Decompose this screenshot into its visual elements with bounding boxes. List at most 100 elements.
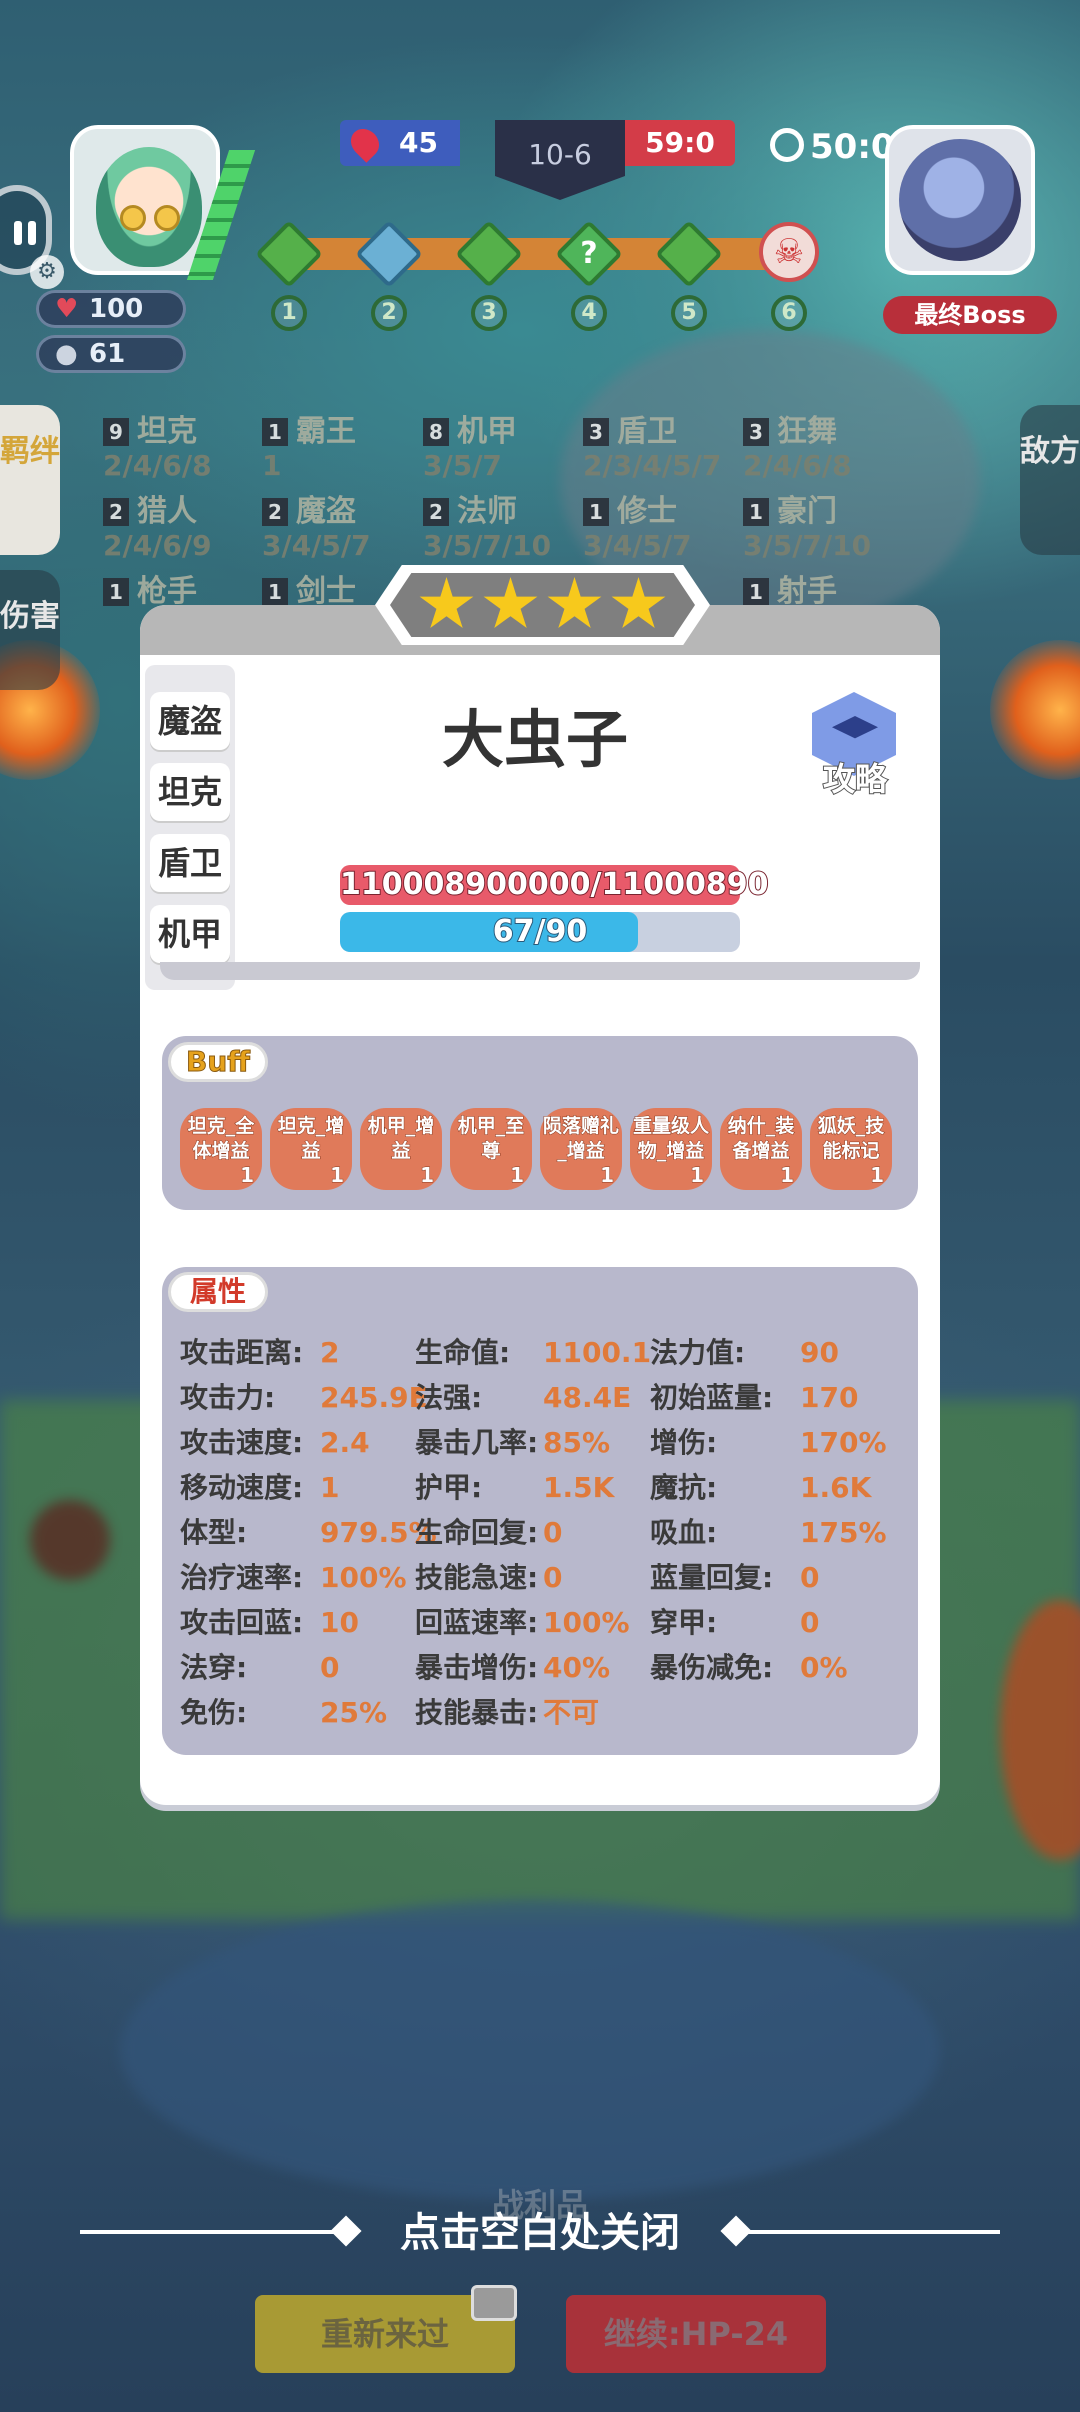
stage-number: 4	[571, 295, 607, 331]
buff-count: 1	[780, 1163, 795, 1188]
divider	[160, 962, 920, 980]
attribute-value: 0%	[800, 1651, 848, 1684]
player-hp-pill: ♥ 100	[36, 290, 186, 328]
attribute-value: 0	[543, 1516, 563, 1549]
attribute-label: 攻击距离:	[180, 1336, 304, 1369]
attribute-label: 吸血:	[650, 1516, 718, 1549]
attribute-label: 生命回复:	[415, 1516, 539, 1549]
boss-avatar[interactable]	[885, 125, 1035, 275]
attribute-value: 1100.1	[543, 1336, 652, 1369]
trait-tag[interactable]: 魔盗	[150, 692, 230, 750]
buff-tile[interactable]: 坦克_全 体增益 1	[180, 1108, 262, 1190]
attribute-value: 0	[543, 1561, 563, 1594]
question-icon: ?	[580, 236, 598, 271]
clock-icon	[770, 128, 804, 162]
buff-tile[interactable]: 陨落赠礼 _增益 1	[540, 1108, 622, 1190]
hero-name: 大虫子	[441, 703, 628, 776]
blue-score: 45	[340, 120, 460, 166]
synergy-item: 8 机甲 3/5/7	[423, 414, 517, 482]
tab-damage[interactable]: 伤害	[0, 570, 60, 690]
attribute-value: 1.5K	[543, 1471, 615, 1504]
round-timer: 50:0	[770, 125, 895, 169]
stage-number: 2	[371, 295, 407, 331]
trait-tag[interactable]: 盾卫	[150, 834, 230, 892]
attribute-label: 攻击力:	[180, 1381, 276, 1414]
attribute-label: 暴击几率:	[415, 1426, 539, 1459]
video-ad-icon	[471, 2285, 517, 2321]
attribute-label: 法强:	[415, 1381, 483, 1414]
retry-button[interactable]: 重新来过	[255, 2285, 517, 2373]
attribute-value: 0	[320, 1651, 340, 1684]
attribute-value: 25%	[320, 1696, 388, 1729]
attribute-value: 245.9E	[320, 1381, 428, 1414]
attribute-value: 48.4E	[543, 1381, 632, 1414]
buff-tile[interactable]: 坦克_增益 1	[270, 1108, 352, 1190]
synergy-item: 1 射手	[743, 575, 837, 609]
buff-tile[interactable]: 纳什_装 备增益 1	[720, 1108, 802, 1190]
synergy-item: 2 法师 3/5/7/10	[423, 494, 552, 562]
attribute-label: 魔抗:	[650, 1471, 718, 1504]
close-hint[interactable]: 点击空白处关闭	[0, 2205, 1080, 2261]
attribute-value: 10	[320, 1606, 359, 1639]
stage-number: 1	[271, 295, 307, 331]
attribute-label: 初始蓝量:	[650, 1381, 774, 1414]
attribute-label: 治疗速率:	[180, 1561, 304, 1594]
continue-button[interactable]: 继续:HP-24	[566, 2295, 826, 2373]
attribute-value: 不可	[543, 1696, 600, 1729]
boss-label: 最终Boss	[883, 296, 1057, 334]
attribute-label: 暴击增伤:	[415, 1651, 539, 1684]
star-icon	[611, 577, 666, 628]
attribute-label: 技能急速:	[415, 1561, 539, 1594]
star-icon	[547, 577, 602, 628]
blood-drop-icon	[345, 123, 385, 163]
buff-tile[interactable]: 狐妖_技 能标记 1	[810, 1108, 892, 1190]
synergy-item: 3 盾卫 2/3/4/5/7	[583, 414, 722, 482]
star-rating	[390, 573, 695, 637]
gear-icon[interactable]: ⚙	[30, 255, 64, 289]
attribute-value: 0	[800, 1606, 820, 1639]
buff-count: 1	[690, 1163, 705, 1188]
attribute-value: 90	[800, 1336, 839, 1369]
buff-count: 1	[240, 1163, 255, 1188]
trait-tag[interactable]: 机甲	[150, 905, 230, 963]
attribute-label: 法穿:	[180, 1651, 248, 1684]
buff-tile[interactable]: 机甲_至尊 1	[450, 1108, 532, 1190]
attribute-value: 100%	[320, 1561, 407, 1594]
attribute-label: 法力值:	[650, 1336, 746, 1369]
synergy-item: 1 修士 3/4/5/7	[583, 494, 692, 562]
attribute-value: 1	[320, 1471, 340, 1504]
trait-tag[interactable]: 坦克	[150, 763, 230, 821]
attribute-label: 攻击速度:	[180, 1426, 304, 1459]
heart-icon: ♥	[55, 294, 79, 324]
attribute-label: 技能暴击:	[415, 1696, 539, 1729]
attribute-value: 0	[800, 1561, 820, 1594]
synergy-item: 9 坦克 2/4/6/8	[103, 414, 212, 482]
buff-count: 1	[870, 1163, 885, 1188]
coin-icon: ●	[55, 339, 78, 369]
hp-bar: 110008900000/11000890	[339, 865, 769, 905]
attribute-label: 免伤:	[180, 1696, 248, 1729]
attribute-value: 100%	[543, 1606, 630, 1639]
synergy-item: 1 豪门 3/5/7/10	[743, 494, 872, 562]
tab-enemy[interactable]: 敌方	[1020, 405, 1080, 555]
attribute-panel-title: 属性	[168, 1272, 268, 1312]
attribute-value: 170	[800, 1381, 859, 1414]
mana-bar: 67/90	[340, 912, 740, 952]
attribute-value: 2	[320, 1336, 340, 1369]
attribute-value: 170%	[800, 1426, 887, 1459]
attribute-label: 暴伤减免:	[650, 1651, 774, 1684]
attribute-value: 175%	[800, 1516, 887, 1549]
guide-button[interactable]: 攻略	[800, 692, 910, 799]
attribute-label: 护甲:	[415, 1471, 483, 1504]
buff-tile[interactable]: 重量级人 物_增益 1	[630, 1108, 712, 1190]
skull-icon: ☠	[759, 222, 819, 282]
star-icon	[419, 577, 474, 628]
buff-count: 1	[600, 1163, 615, 1188]
buff-list: 坦克_全 体增益 1 坦克_增益 1 机甲_增益 1 机甲_至尊 1 陨落赠礼 _增益 1 重量级人 物_…	[180, 1108, 900, 1190]
tab-bond[interactable]: 羁绊	[0, 405, 60, 555]
buff-count: 1	[510, 1163, 525, 1188]
attribute-label: 体型:	[180, 1516, 248, 1549]
attribute-label: 穿甲:	[650, 1606, 718, 1639]
attribute-label: 移动速度:	[180, 1471, 304, 1504]
buff-tile[interactable]: 机甲_增益 1	[360, 1108, 442, 1190]
